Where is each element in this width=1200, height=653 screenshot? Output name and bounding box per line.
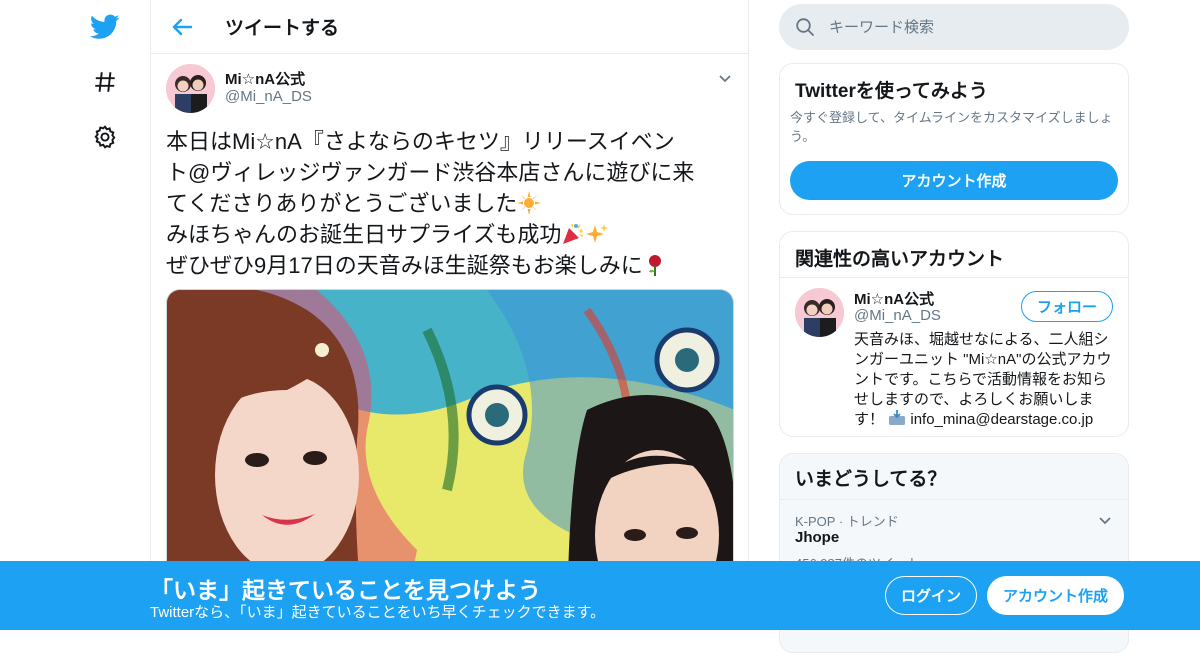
search-icon bbox=[795, 17, 815, 37]
main-header: ツイートする bbox=[151, 0, 748, 54]
tweet-line: てくださりありがとうございました bbox=[166, 188, 736, 219]
avatar[interactable] bbox=[166, 64, 215, 113]
left-nav-rail bbox=[80, 0, 130, 630]
chevron-down-icon[interactable] bbox=[1097, 512, 1113, 528]
twitter-logo-icon[interactable] bbox=[88, 10, 122, 44]
main-column: ツイートする Mi☆nA公式 @Mi_nA_DS 本日はMi☆nA『さよならのキ… bbox=[150, 0, 749, 630]
login-button[interactable]: ログイン bbox=[885, 576, 977, 615]
tweet-line: ぜひぜひ9月17日の天音みほ生誕祭もお楽しみに bbox=[166, 250, 736, 281]
tweet-line: ト@ヴィレッジヴァンガード渋谷本店さんに遊びに来 bbox=[166, 160, 695, 185]
follow-button[interactable]: フォロー bbox=[1021, 291, 1113, 322]
tweet-line: 本日はMi☆nA『さよならのキセツ』リリースイベン bbox=[166, 129, 675, 154]
author-name[interactable]: Mi☆nA公式 bbox=[225, 68, 305, 89]
search-bar[interactable] bbox=[779, 4, 1129, 50]
related-account-bio: 天音みほ、堀越せなによる、二人組シンガーユニット "Mi☆nA"の公式アカウント… bbox=[854, 331, 1112, 428]
author-handle[interactable]: @Mi_nA_DS bbox=[225, 88, 312, 105]
signup-button[interactable]: アカウント作成 bbox=[987, 576, 1124, 615]
sun-emoji-icon bbox=[517, 191, 542, 215]
tweet-text: 本日はMi☆nA『さよならのキセツ』リリースイベン ト@ヴィレッジヴァンガード渋… bbox=[166, 126, 736, 281]
chevron-down-icon[interactable] bbox=[717, 70, 733, 86]
inbox-tray-icon bbox=[888, 410, 906, 426]
party-popper-emoji-icon bbox=[561, 222, 585, 246]
tweet-header: Mi☆nA公式 @Mi_nA_DS bbox=[166, 64, 733, 114]
related-account-name[interactable]: Mi☆nA公式 bbox=[854, 288, 934, 309]
trends-card-header: いまどうしてる？ bbox=[780, 454, 1128, 500]
create-account-button[interactable]: アカウント作成 bbox=[790, 161, 1118, 200]
trends-card-title: いまどうしてる？ bbox=[795, 469, 947, 490]
hashtag-icon[interactable] bbox=[88, 65, 122, 99]
back-arrow-icon[interactable] bbox=[167, 12, 197, 42]
signup-card-title: Twitterを使ってみよう bbox=[795, 81, 988, 102]
sparkles-emoji-icon bbox=[585, 222, 609, 246]
trend-name[interactable]: Jhope bbox=[795, 529, 839, 546]
related-card-title: 関連性の高いアカウント bbox=[795, 249, 1005, 270]
trend-meta: K-POP · トレンド bbox=[795, 514, 899, 529]
page-title: ツイートする bbox=[225, 18, 340, 39]
banner-title: 「いま」起きていることを見つけよう bbox=[150, 577, 541, 603]
tweet-line: みほちゃんのお誕生日サプライズも成功 bbox=[166, 219, 736, 250]
related-account-handle[interactable]: @Mi_nA_DS bbox=[854, 307, 941, 324]
related-accounts-card: 関連性の高いアカウント Mi☆nA公式 @Mi_nA_DS フォロー 天音みほ、… bbox=[779, 231, 1129, 437]
rose-emoji-icon bbox=[643, 253, 667, 277]
related-card-header: 関連性の高いアカウント bbox=[780, 232, 1128, 278]
signup-card: Twitterを使ってみよう 今すぐ登録して、タイムラインをカスタマイズしましょ… bbox=[779, 63, 1129, 215]
signup-banner: 「いま」起きていることを見つけよう Twitterなら、「いま」起きていることを… bbox=[0, 561, 1200, 630]
avatar[interactable] bbox=[795, 288, 844, 337]
search-input[interactable] bbox=[829, 18, 1089, 36]
contact-email[interactable]: info_mina@dearstage.co.jp bbox=[910, 411, 1093, 428]
signup-card-description: 今すぐ登録して、タイムラインをカスタマイズしましょう。 bbox=[790, 110, 1113, 144]
banner-subtitle: Twitterなら、「いま」起きていることをいち早くチェックできます。 bbox=[150, 604, 606, 621]
right-sidebar: Twitterを使ってみよう 今すぐ登録して、タイムラインをカスタマイズしましょ… bbox=[779, 0, 1129, 653]
gear-icon[interactable] bbox=[88, 120, 122, 154]
